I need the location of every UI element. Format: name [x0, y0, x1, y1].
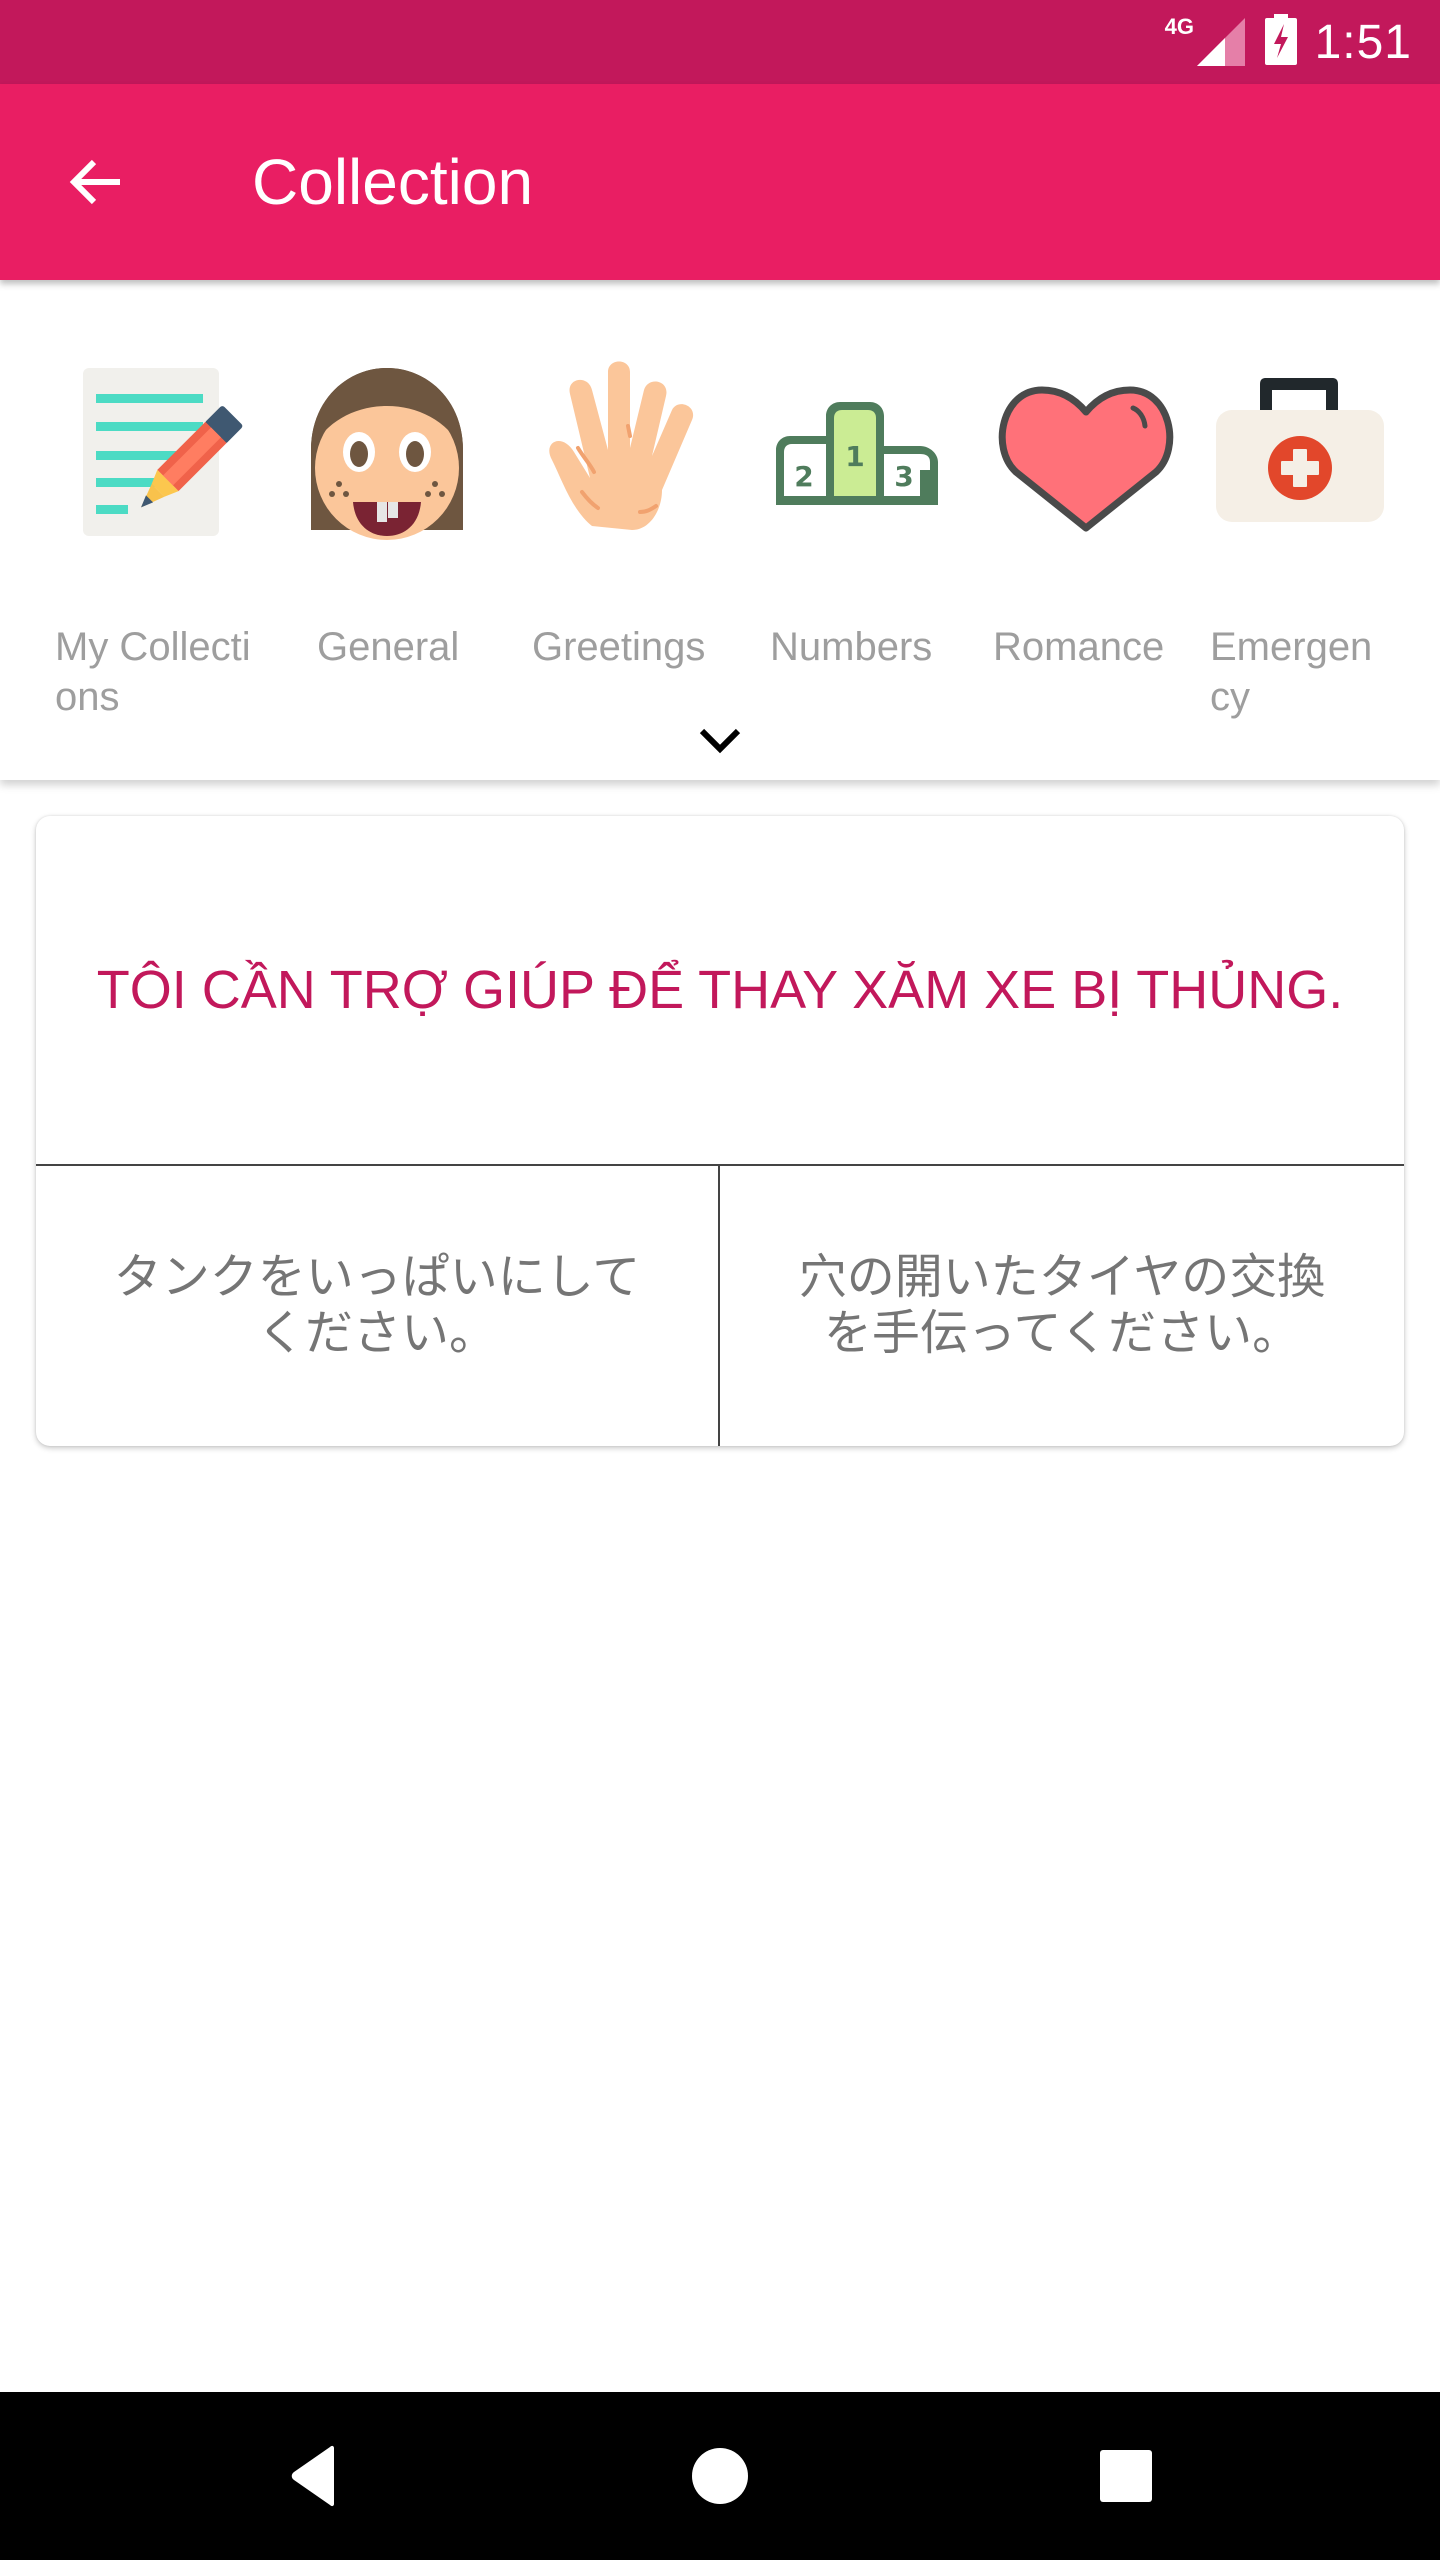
- status-indicators: 4G 1:51: [1165, 0, 1412, 84]
- signal-icon: [1196, 18, 1245, 66]
- answer-option-2[interactable]: 穴の開いたタイヤの交換を手伝ってください。: [720, 1166, 1404, 1446]
- category-panel: My Collections General Greetings 2 1 3 N…: [0, 280, 1440, 780]
- category-label: My Collections: [55, 625, 251, 719]
- question-text: TÔI CẦN TRỢ GIÚP ĐỂ THAY XĂM XE BỊ THỦNG…: [36, 816, 1404, 1166]
- nav-recents-button[interactable]: [1076, 2426, 1176, 2526]
- expand-categories-button[interactable]: [680, 710, 760, 770]
- category-label: General: [317, 625, 460, 669]
- clock: 1:51: [1314, 15, 1412, 69]
- arrow-back-icon: [69, 159, 120, 205]
- app-bar: Collection: [0, 84, 1440, 280]
- category-label: Romance: [993, 625, 1165, 669]
- back-button[interactable]: [48, 134, 144, 230]
- svg-text:2: 2: [794, 460, 813, 493]
- nav-back-button[interactable]: [264, 2426, 364, 2526]
- category-label: Emergency: [1210, 625, 1373, 719]
- category-label: Numbers: [770, 625, 933, 669]
- podium-icon: 2 1 3: [776, 402, 938, 505]
- page-title: Collection: [252, 146, 534, 218]
- heart-icon: [998, 386, 1174, 532]
- nav-back-icon: [291, 2445, 334, 2507]
- chevron-down-icon: [699, 728, 741, 754]
- nav-recents-icon: [1100, 2450, 1152, 2502]
- svg-text:3: 3: [894, 460, 913, 493]
- notepad-pencil-icon: [83, 368, 243, 536]
- network-type: 4G: [1164, 14, 1194, 39]
- status-bar: 4G 1:51: [0, 0, 1440, 84]
- answer-option-1[interactable]: タンクをいっぱいにしてください。: [36, 1166, 720, 1446]
- system-navigation-bar: [0, 2392, 1440, 2560]
- answer-text: 穴の開いたタイヤの交換を手伝ってください。: [798, 1251, 1326, 1360]
- quiz-card: TÔI CẦN TRỢ GIÚP ĐỂ THAY XĂM XE BỊ THỦNG…: [36, 816, 1404, 1446]
- waving-hand-icon: [549, 361, 694, 530]
- battery-charging-icon: [1264, 14, 1297, 65]
- answer-text: タンクをいっぱいにしてください。: [113, 1251, 641, 1360]
- category-label: Greetings: [532, 625, 706, 669]
- smiling-face-icon: [311, 368, 463, 540]
- first-aid-kit-icon: [1216, 378, 1384, 522]
- svg-text:1: 1: [845, 440, 864, 473]
- nav-home-button[interactable]: [670, 2426, 770, 2526]
- nav-home-icon: [692, 2448, 748, 2504]
